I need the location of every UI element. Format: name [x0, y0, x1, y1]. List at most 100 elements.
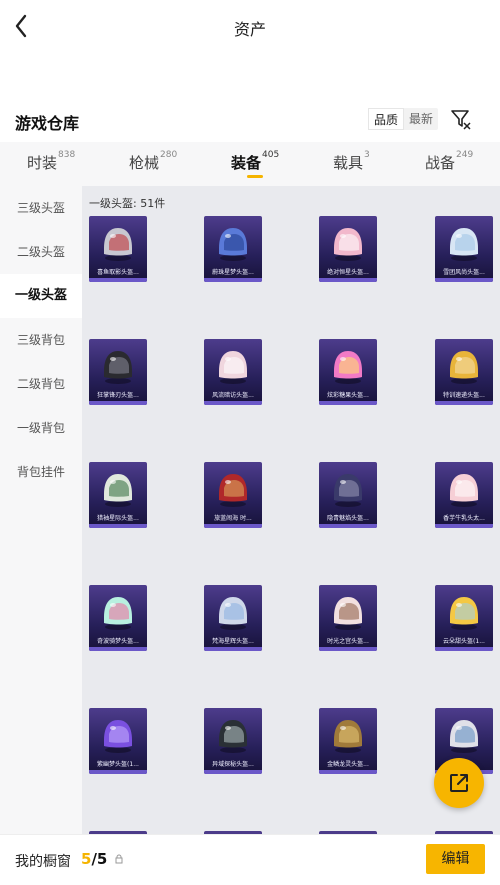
- helmet-card[interactable]: 隐青魅焰头盔...: [319, 462, 377, 528]
- helmet-card[interactable]: 蔚珠星梦头盔...: [204, 216, 262, 282]
- helmet-icon: [450, 228, 478, 261]
- tab-vehicles[interactable]: 载具3: [333, 150, 370, 173]
- tab-count: 3: [364, 150, 370, 160]
- helmet-icon: [219, 720, 247, 753]
- showcase-count-current: 5: [81, 850, 92, 868]
- lock-icon: [115, 854, 123, 864]
- item-grid: 一级头盔: 51件 喜鱼取影头盔... 蔚珠星梦头盔... 绝对恒星头盔... 雪团风…: [82, 186, 500, 834]
- tab-label: 载具: [333, 154, 364, 172]
- rarity-bar: [204, 278, 262, 282]
- helmet-name: 风流暗访头盔...: [212, 392, 254, 399]
- helmet-icon: [104, 474, 132, 507]
- helmet-card[interactable]: 狂掌锋刃头盔...: [89, 339, 147, 405]
- helmet-name: 梵海星辉头盔...: [212, 638, 254, 645]
- rarity-bar: [204, 401, 262, 405]
- rarity-bar: [319, 770, 377, 774]
- tab-equipment[interactable]: 装备405: [231, 150, 280, 173]
- share-icon: [450, 774, 468, 792]
- filter-button[interactable]: [450, 108, 472, 130]
- helmet-card[interactable]: 猎袖星际头盔...: [89, 462, 147, 528]
- rarity-bar: [204, 770, 262, 774]
- helmet-card[interactable]: 炫彩糖果头盔...: [319, 339, 377, 405]
- helmet-name: 炫彩糖果头盔...: [327, 392, 369, 399]
- helmet-icon: [450, 597, 478, 630]
- helmet-card[interactable]: 喜鱼取影头盔...: [89, 216, 147, 282]
- helmet-name: 奇波骑梦头盔...: [97, 638, 139, 645]
- helmet-card[interactable]: 旅蓝闹海 时...: [204, 462, 262, 528]
- helmet-icon: [334, 597, 362, 630]
- active-tab-indicator: [247, 175, 263, 178]
- edit-button[interactable]: 编辑: [426, 844, 485, 874]
- sidebar-item-backpack-charms[interactable]: 背包挂件: [0, 450, 82, 494]
- helmet-name: 喜鱼取影头盔...: [97, 269, 139, 276]
- rarity-bar: [89, 770, 147, 774]
- helmet-card[interactable]: 特训速递头盔...: [435, 339, 493, 405]
- helmet-name: 猎袖星际头盔...: [97, 515, 139, 522]
- sidebar-item-level1-helmet[interactable]: 一级头盔: [0, 274, 82, 318]
- helmet-card[interactable]: 时光之宫头盔...: [319, 585, 377, 651]
- tab-count: 405: [262, 150, 280, 160]
- tab-label: 枪械: [129, 154, 160, 172]
- item-count-label: 一级头盔: 51件: [89, 197, 166, 210]
- sidebar-item-level2-helmet[interactable]: 二级头盔: [0, 230, 82, 274]
- helmet-name: 旅蓝闹海 时...: [214, 515, 252, 522]
- helmet-card[interactable]: 紫幽梦头盔(1...: [89, 708, 147, 774]
- rarity-bar: [319, 524, 377, 528]
- helmet-name: 异域探秘头盔...: [212, 761, 254, 768]
- tab-label: 装备: [231, 154, 262, 172]
- tab-count: 280: [160, 150, 178, 160]
- sort-by-quality-button[interactable]: 品质: [368, 108, 405, 130]
- tab-count: 838: [58, 150, 76, 160]
- helmet-name: 时光之宫头盔...: [327, 638, 369, 645]
- showcase-count-total: 5: [96, 850, 108, 868]
- helmet-icon: [104, 228, 132, 261]
- rarity-bar: [89, 647, 147, 651]
- sort-by-newest-button[interactable]: 最新: [404, 108, 438, 130]
- rarity-bar: [89, 278, 147, 282]
- tab-firearms[interactable]: 枪械280: [129, 150, 178, 173]
- helmet-card[interactable]: 奇波骑梦头盔...: [89, 585, 147, 651]
- helmet-name: 云朵甜头盔(1...: [443, 638, 485, 645]
- showcase-count: 5/5: [81, 850, 107, 868]
- helmet-icon: [219, 228, 247, 261]
- sidebar: 三级头盔 二级头盔 一级头盔 三级背包 二级背包 一级背包 背包挂件: [0, 186, 82, 834]
- helmet-icon: [450, 720, 478, 753]
- helmet-name: 隐青魅焰头盔...: [327, 515, 369, 522]
- share-button[interactable]: [434, 758, 484, 808]
- helmet-icon: [334, 720, 362, 753]
- sidebar-item-level3-backpack[interactable]: 三级背包: [0, 318, 82, 362]
- sidebar-item-level1-backpack[interactable]: 一级背包: [0, 406, 82, 450]
- helmet-name: 绝对恒星头盔...: [327, 269, 369, 276]
- helmet-card[interactable]: 香芋牛乳头太...: [435, 462, 493, 528]
- sidebar-item-level3-helmet[interactable]: 三级头盔: [0, 186, 82, 230]
- helmet-icon: [104, 597, 132, 630]
- helmet-card[interactable]: 异域探秘头盔...: [204, 708, 262, 774]
- tab-fashion[interactable]: 时装838: [27, 150, 76, 173]
- helmet-card[interactable]: 雪团风尚头盔...: [435, 216, 493, 282]
- helmet-card[interactable]: 金鳞龙灵头盔...: [319, 708, 377, 774]
- helmet-card[interactable]: 云朵甜头盔(1...: [435, 585, 493, 651]
- rarity-bar: [435, 401, 493, 405]
- top-bar: 资产: [0, 0, 500, 52]
- tab-label: 战备: [425, 154, 456, 172]
- helmet-name: 特训速递头盔...: [443, 392, 485, 399]
- helmet-card[interactable]: 风流暗访头盔...: [204, 339, 262, 405]
- helmet-name: 狂掌锋刃头盔...: [97, 392, 139, 399]
- sidebar-item-level2-backpack[interactable]: 二级背包: [0, 362, 82, 406]
- helmet-icon: [334, 228, 362, 261]
- helmet-name: 蔚珠星梦头盔...: [212, 269, 254, 276]
- tab-label: 时装: [27, 154, 58, 172]
- rarity-bar: [204, 647, 262, 651]
- tab-combat-supplies[interactable]: 战备249: [425, 150, 473, 173]
- helmet-icon: [334, 351, 362, 384]
- rarity-bar: [319, 647, 377, 651]
- helmet-icon: [104, 720, 132, 753]
- rarity-bar: [319, 278, 377, 282]
- helmet-name: 紫幽梦头盔(1...: [97, 761, 139, 768]
- helmet-icon: [450, 351, 478, 384]
- showcase-label: 我的橱窗: [15, 854, 71, 870]
- helmet-icon: [104, 351, 132, 384]
- rarity-bar: [435, 647, 493, 651]
- helmet-card[interactable]: 梵海星辉头盔...: [204, 585, 262, 651]
- helmet-card[interactable]: 绝对恒星头盔...: [319, 216, 377, 282]
